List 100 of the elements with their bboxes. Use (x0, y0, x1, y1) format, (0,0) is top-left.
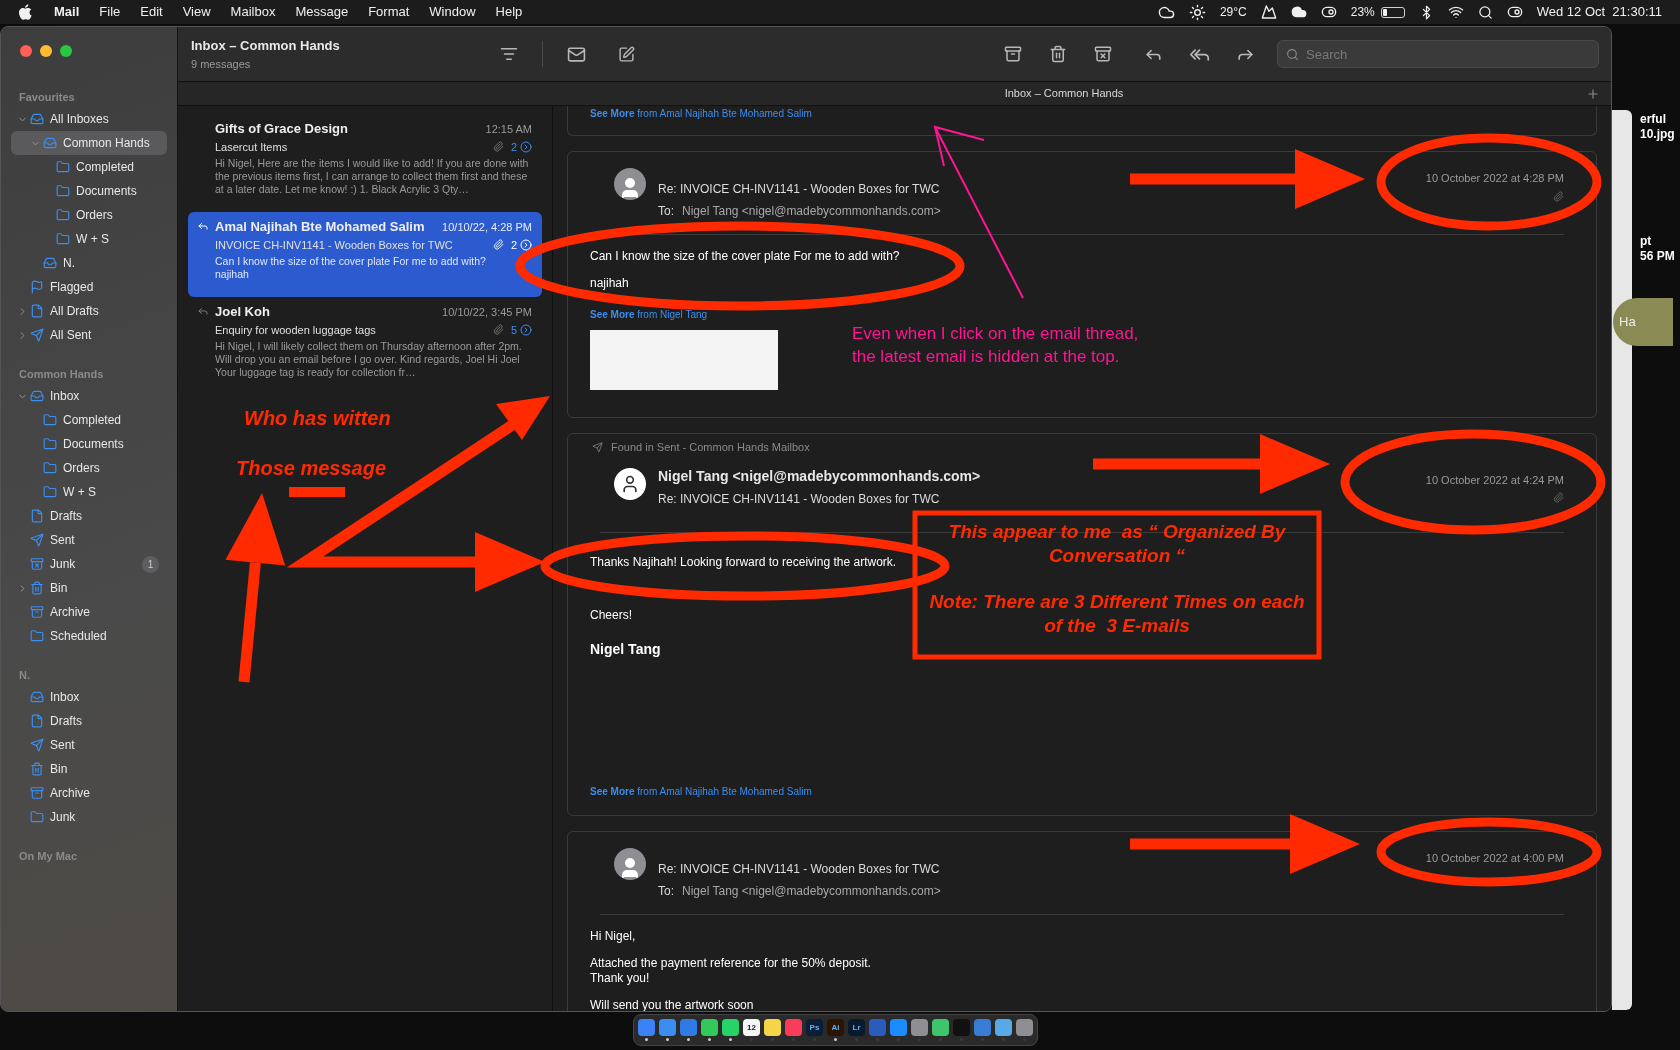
sidebar-item[interactable]: Inbox (11, 384, 167, 408)
sidebar-item[interactable]: Drafts (11, 709, 167, 733)
sidebar-item[interactable]: Orders (11, 456, 167, 480)
app-icon[interactable] (932, 1019, 949, 1036)
sidebar-item[interactable]: Archive (11, 781, 167, 805)
sidebar-item[interactable]: Sent (11, 733, 167, 757)
sidebar-item[interactable]: All Sent (11, 323, 167, 347)
menu-item[interactable]: Help (495, 2, 523, 22)
email-body-text: najihah (590, 276, 630, 291)
folder-icon (56, 208, 70, 222)
sidebar-item[interactable]: Documents (11, 179, 167, 203)
menu-clock[interactable]: Wed 12 Oct 21:30:11 (1536, 2, 1662, 22)
inbox-icon (30, 112, 44, 126)
app-icon[interactable] (974, 1019, 991, 1036)
sidebar-item[interactable]: Flagged (11, 275, 167, 299)
sidebar-item[interactable]: Sent (11, 528, 167, 552)
app-menu[interactable]: Mail (54, 2, 80, 22)
app-icon[interactable] (659, 1019, 676, 1036)
see-more-link[interactable]: See More from Amal Najihah Bte Mohamed Salim (590, 106, 812, 121)
app-icon[interactable] (722, 1019, 739, 1036)
search-field[interactable]: Search (1277, 40, 1599, 68)
see-more-link[interactable]: See More from Nigel Tang (590, 307, 708, 322)
minimize-button[interactable] (40, 45, 52, 57)
archive-icon[interactable] (1004, 45, 1022, 63)
archive-icon (30, 786, 44, 800)
filter-icon[interactable] (500, 45, 518, 63)
app-icon[interactable]: Ps (806, 1019, 823, 1036)
control-center-icon[interactable] (1506, 4, 1523, 20)
recipient-address[interactable]: Nigel Tang <nigel@madebycommonhands.com> (682, 202, 941, 220)
message-subject: Enquiry for wooden luggage tags (215, 322, 376, 338)
app-icon[interactable] (785, 1019, 802, 1036)
menu-item[interactable]: View (182, 2, 211, 22)
battery-percent[interactable]: 23% (1350, 3, 1375, 21)
menu-item[interactable]: Message (295, 2, 349, 22)
app-icon[interactable]: Lr (848, 1019, 865, 1036)
search-icon[interactable] (1477, 4, 1493, 20)
close-button[interactable] (20, 45, 32, 57)
temperature-label[interactable]: 29°C (1219, 3, 1247, 21)
sidebar-item[interactable]: Junk 1 (11, 552, 167, 576)
see-more-link[interactable]: See More from Amal Najihah Bte Mohamed Salim (590, 784, 812, 799)
sidebar-item[interactable]: All Drafts (11, 299, 167, 323)
apple-logo-icon[interactable] (18, 4, 32, 20)
folder-icon (56, 160, 70, 174)
app-icon[interactable] (680, 1019, 697, 1036)
app-icon[interactable] (764, 1019, 781, 1036)
paperclip-icon[interactable] (1553, 190, 1564, 202)
compose-icon[interactable] (618, 45, 635, 63)
thread-count[interactable]: 2 (510, 236, 517, 253)
sidebar-item[interactable]: Drafts (11, 504, 167, 528)
sidebar-item[interactable]: W + S (11, 480, 167, 504)
sender-name: Joel Koh (215, 303, 270, 321)
sidebar-item[interactable]: All Inboxes (11, 107, 167, 131)
trash-icon[interactable] (1049, 45, 1067, 63)
app-icon[interactable] (1016, 1019, 1033, 1036)
weather-icon[interactable] (1188, 3, 1206, 21)
wifi-icon[interactable] (1447, 4, 1464, 20)
sidebar-item[interactable]: Bin (11, 576, 167, 600)
app-icon[interactable] (890, 1019, 907, 1036)
message-row[interactable]: Amal Najihah Bte Mohamed Salim 10/10/22, 4:28 PM INVOICE CH-INV1141 - Wooden Boxes for TWC 2 Can I know the size of the cover plate For me to add with? najihah (188, 212, 542, 297)
thread-count[interactable]: 5 (510, 321, 517, 338)
cloud-icon[interactable] (1290, 4, 1307, 20)
paperclip-icon[interactable] (1553, 492, 1564, 503)
sidebar-item[interactable]: Scheduled (11, 624, 167, 648)
recipient-address[interactable]: Nigel Tang <nigel@madebycommonhands.com> (682, 882, 941, 900)
mountain-icon[interactable] (1260, 4, 1277, 20)
sidebar-item[interactable]: Junk (11, 805, 167, 829)
sidebar-item[interactable]: Documents (11, 432, 167, 456)
junk-icon[interactable] (1094, 45, 1112, 63)
menu-item[interactable]: Mailbox (230, 2, 276, 22)
found-in-label: Found in Sent - Common Hands Mailbox (611, 440, 810, 455)
sidebar-item[interactable]: N. (11, 251, 167, 275)
sidebar-item[interactable]: Archive (11, 600, 167, 624)
sidebar-item[interactable]: Bin (11, 757, 167, 781)
app-icon[interactable] (995, 1019, 1012, 1036)
sidebar-item[interactable]: Completed (11, 155, 167, 179)
sidebar-item[interactable]: Orders (11, 203, 167, 227)
sidebar-item[interactable]: Inbox (11, 685, 167, 709)
app-icon[interactable]: 12 (743, 1019, 760, 1036)
status-icon[interactable] (1320, 4, 1337, 20)
sidebar-item[interactable]: W + S (11, 227, 167, 251)
sidebar-item[interactable]: Common Hands (11, 131, 167, 155)
menu-item[interactable]: Format (368, 2, 410, 22)
folder-icon (30, 629, 44, 643)
menu-item[interactable]: Edit (140, 2, 163, 22)
thread-count[interactable]: 2 (510, 138, 517, 155)
sidebar-item[interactable]: Completed (11, 408, 167, 432)
email-subject: Re: INVOICE CH-INV1141 - Wooden Boxes for TWC (658, 861, 941, 878)
envelope-icon[interactable] (567, 44, 586, 64)
signature-name: Nigel Tang (590, 639, 661, 659)
tab[interactable]: Inbox – Common Hands (553, 85, 1575, 102)
battery-icon[interactable] (1380, 6, 1405, 18)
menu-item[interactable]: File (99, 2, 121, 22)
email-subject: Re: INVOICE CH-INV1141 - Wooden Boxes for TWC (658, 181, 941, 198)
app-icon[interactable] (638, 1019, 655, 1036)
email-body-text: Cheers! (590, 607, 634, 623)
menu-item[interactable]: Window (429, 2, 476, 22)
app-icon[interactable] (701, 1019, 718, 1036)
app-icon[interactable] (911, 1019, 928, 1036)
zoom-button[interactable] (60, 45, 72, 57)
app-icon[interactable]: Ai (827, 1019, 844, 1036)
